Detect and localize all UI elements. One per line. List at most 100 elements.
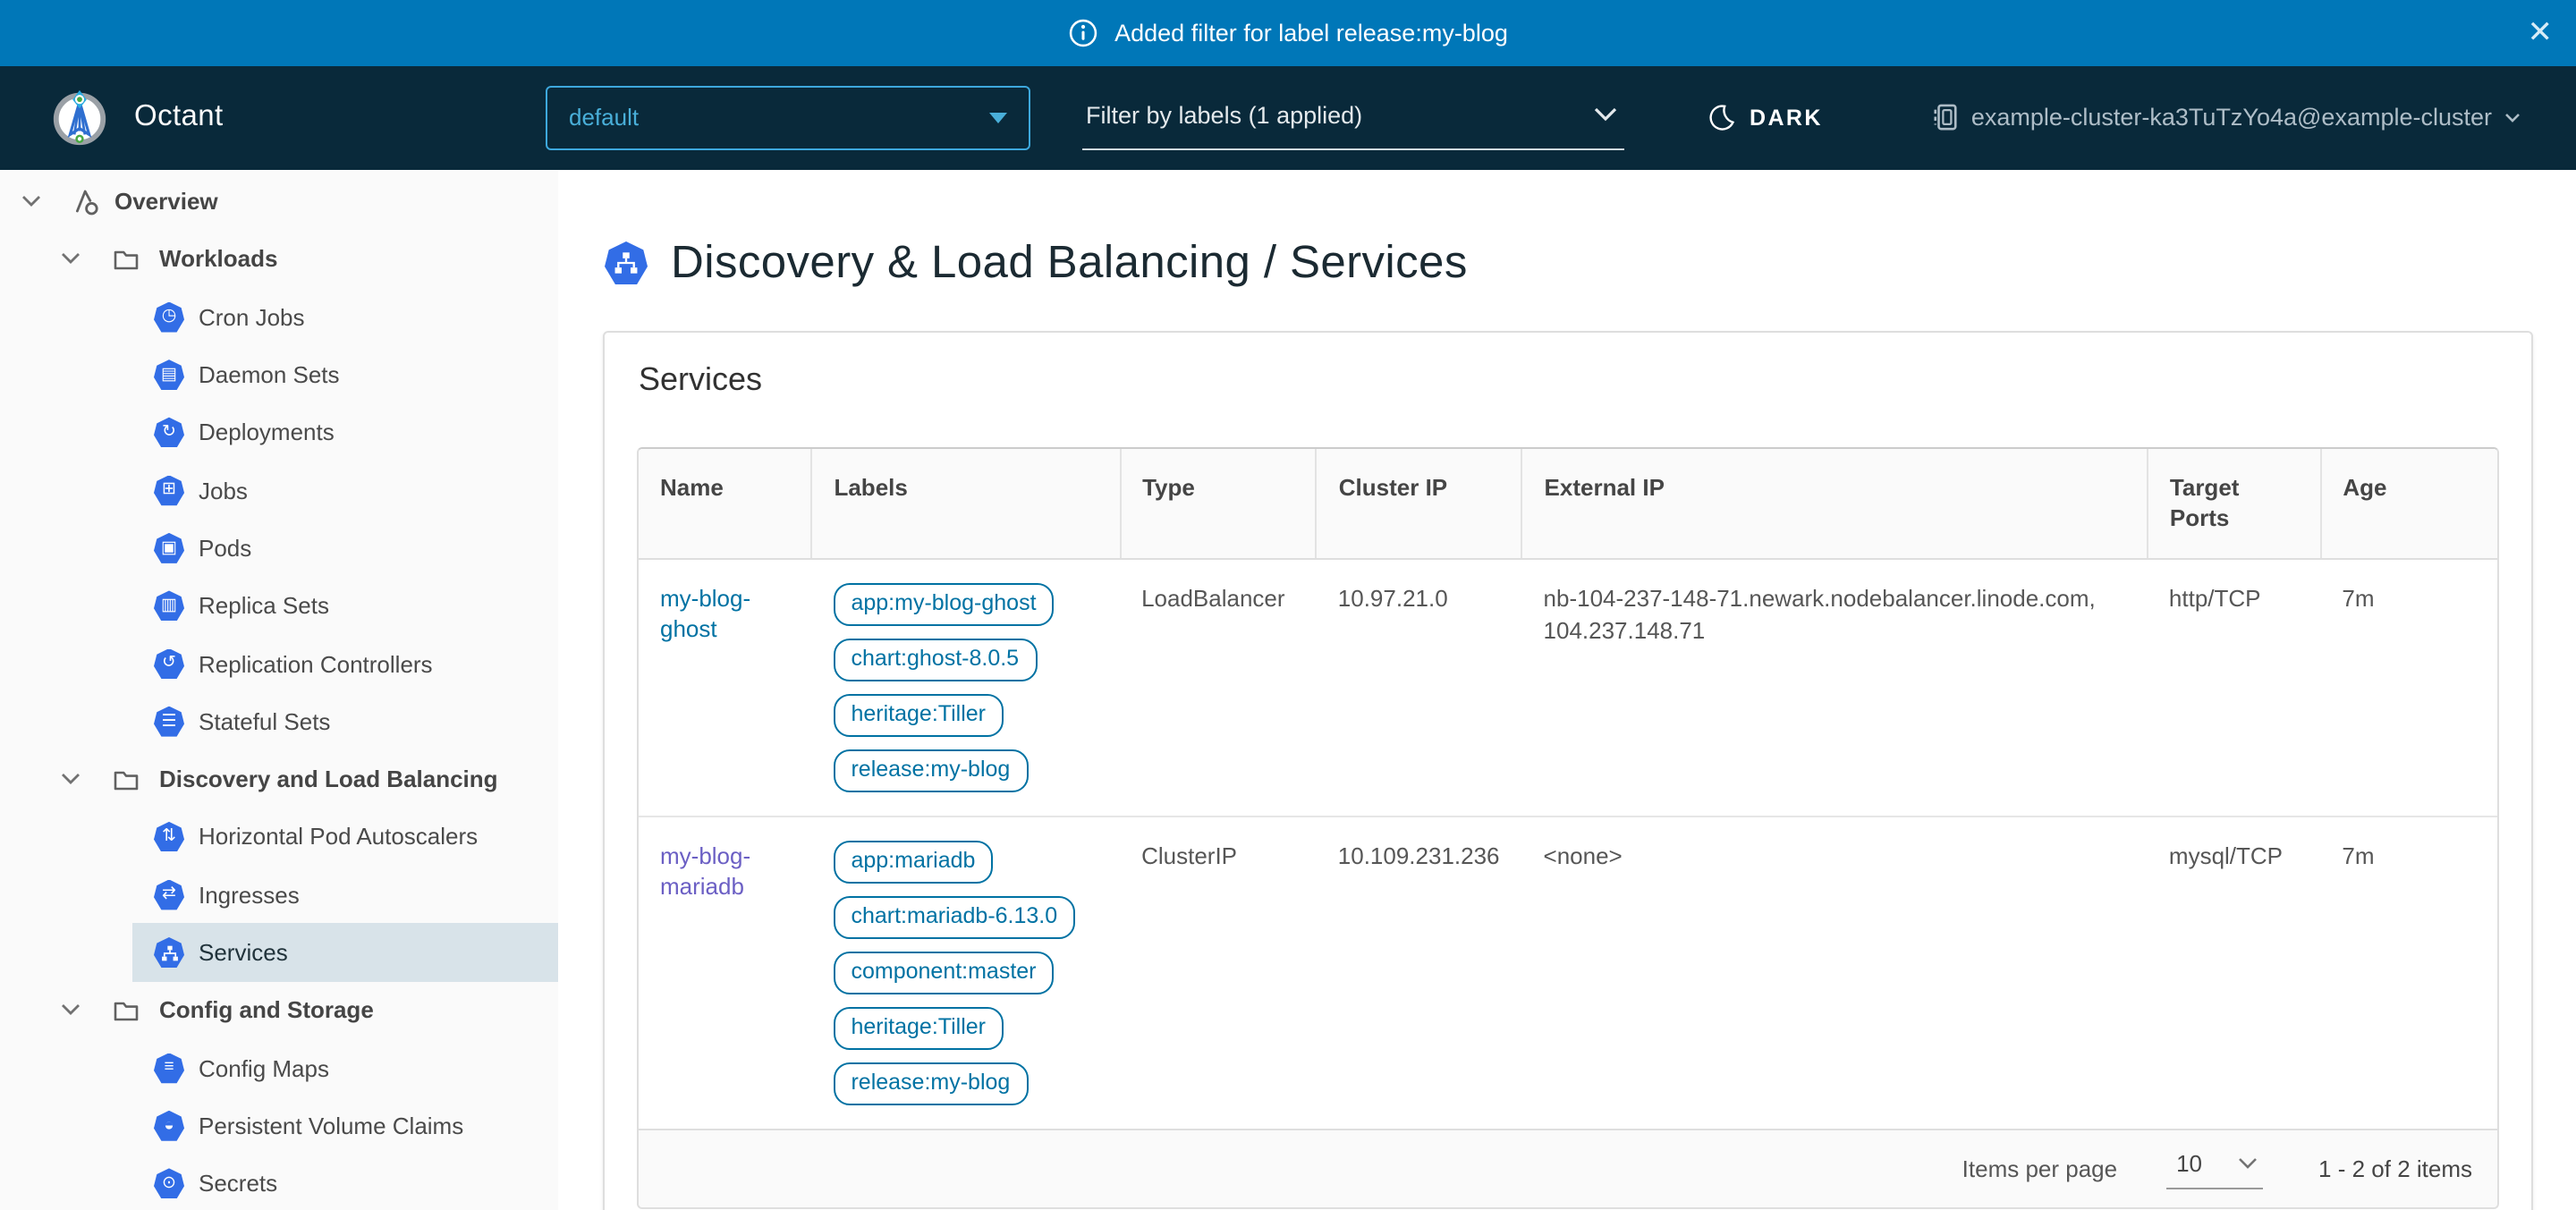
cell-external-ip: <none> bbox=[1522, 816, 2148, 1128]
sidebar-item-stateful-sets[interactable]: ☰ Stateful Sets bbox=[132, 692, 558, 750]
statefulset-icon: ☰ bbox=[154, 707, 184, 737]
column-header-name: Name bbox=[639, 448, 811, 558]
chevron-down-icon bbox=[1594, 107, 1617, 122]
main-content: Discovery & Load Balancing / Services Se… bbox=[558, 169, 2576, 1210]
cell-cluster-ip: 10.109.231.236 bbox=[1317, 816, 1522, 1128]
label-pill[interactable]: release:my-blog bbox=[833, 1062, 1028, 1104]
label-pill[interactable]: app:mariadb bbox=[833, 840, 993, 883]
label-pill[interactable]: chart:mariadb-6.13.0 bbox=[833, 895, 1075, 938]
cluster-icon bbox=[1932, 102, 1959, 132]
sidebar-navigation: Overview Workloads ◷ Cron Jobs ▤ Daemon … bbox=[0, 169, 558, 1210]
job-icon: ⊞ bbox=[154, 475, 184, 505]
context-name: example-cluster-ka3TuTzYo4a@example-clus… bbox=[1971, 104, 2492, 131]
sidebar-item-pods[interactable]: ▣ Pods bbox=[132, 520, 558, 578]
replicaset-icon: ▥ bbox=[154, 590, 184, 621]
cell-type: LoadBalancer bbox=[1120, 558, 1317, 816]
namespace-select[interactable]: default bbox=[546, 85, 1030, 149]
sidebar-item-label: Services bbox=[199, 939, 288, 966]
sidebar-item-label: Replica Sets bbox=[199, 592, 329, 619]
cell-age: 7m bbox=[2320, 558, 2497, 816]
context-switcher[interactable]: example-cluster-ka3TuTzYo4a@example-clus… bbox=[1932, 102, 2521, 132]
sidebar-item-config-maps[interactable]: ≡ Config Maps bbox=[132, 1039, 558, 1097]
label-filter-dropdown[interactable]: Filter by labels (1 applied) bbox=[1082, 84, 1624, 150]
service-link[interactable]: my-blog-mariadb bbox=[660, 840, 790, 902]
sidebar-item-label: Daemon Sets bbox=[199, 361, 340, 388]
column-header-cluster-ip: Cluster IP bbox=[1317, 448, 1522, 558]
info-icon bbox=[1068, 18, 1098, 48]
close-icon[interactable]: ✕ bbox=[2528, 18, 2554, 48]
chevron-down-icon[interactable] bbox=[61, 1004, 80, 1017]
sidebar-item-secrets[interactable]: ⊙ Secrets bbox=[132, 1155, 558, 1210]
sidebar-item-label: Secrets bbox=[199, 1170, 277, 1197]
sidebar-item-label: Jobs bbox=[199, 477, 248, 503]
sidebar-item-ingresses[interactable]: ⇄ Ingresses bbox=[132, 866, 558, 924]
label-pill[interactable]: component:master bbox=[833, 951, 1054, 994]
label-list: app:mariadb chart:mariadb-6.13.0 compone… bbox=[833, 840, 1098, 1104]
sidebar-group-config-and-storage[interactable]: Config and Storage bbox=[0, 981, 558, 1039]
sidebar-item-cron-jobs[interactable]: ◷ Cron Jobs bbox=[132, 288, 558, 346]
namespace-value: default bbox=[569, 104, 639, 131]
label-pill[interactable]: app:my-blog-ghost bbox=[833, 582, 1054, 625]
chevron-down-icon[interactable] bbox=[61, 773, 80, 785]
pvc-icon: ◒ bbox=[154, 1111, 184, 1141]
sidebar-item-services[interactable]: Services bbox=[132, 924, 558, 982]
sidebar-item-label: Horizontal Pod Autoscalers bbox=[199, 824, 478, 850]
hpa-icon: ⇅ bbox=[154, 822, 184, 852]
cell-target-ports: http/TCP bbox=[2148, 558, 2320, 816]
table-header-row: Name Labels Type Cluster IP External IP … bbox=[639, 448, 2497, 558]
sidebar-group-discovery-and-load-balancing[interactable]: Discovery and Load Balancing bbox=[0, 750, 558, 808]
chevron-down-icon bbox=[2238, 1157, 2258, 1170]
sidebar-item-horizontal-pod-autoscalers[interactable]: ⇅ Horizontal Pod Autoscalers bbox=[132, 808, 558, 867]
page-size-select[interactable]: 10 bbox=[2165, 1147, 2263, 1189]
column-header-labels: Labels bbox=[811, 448, 1120, 558]
applications-icon bbox=[70, 186, 100, 216]
cronjob-icon: ◷ bbox=[154, 301, 184, 332]
chevron-down-icon[interactable] bbox=[61, 253, 80, 266]
cell-target-ports: mysql/TCP bbox=[2148, 816, 2320, 1128]
pod-icon: ▣ bbox=[154, 533, 184, 563]
label-pill[interactable]: heritage:Tiller bbox=[833, 693, 1004, 736]
theme-toggle-button[interactable]: DARK bbox=[1707, 102, 1823, 132]
sidebar-item-replica-sets[interactable]: ▥ Replica Sets bbox=[132, 577, 558, 635]
page-size-value: 10 bbox=[2176, 1150, 2202, 1177]
octant-app-window: Added filter for label release:my-blog ✕… bbox=[0, 0, 2576, 1210]
services-icon bbox=[605, 241, 648, 284]
sidebar-item-label: Config and Storage bbox=[159, 997, 374, 1024]
cell-cluster-ip: 10.97.21.0 bbox=[1317, 558, 1522, 816]
octant-logo-icon bbox=[48, 86, 111, 148]
sidebar-item-deployments[interactable]: ↻ Deployments bbox=[132, 403, 558, 461]
folder-icon bbox=[113, 998, 140, 1023]
sidebar-item-label: Overview bbox=[114, 188, 218, 215]
theme-toggle-label: DARK bbox=[1750, 105, 1823, 130]
brand: Octant bbox=[48, 86, 546, 148]
cell-age: 7m bbox=[2320, 816, 2497, 1128]
sidebar-item-replication-controllers[interactable]: ↺ Replication Controllers bbox=[132, 635, 558, 693]
sidebar-group-workloads[interactable]: Workloads bbox=[0, 231, 558, 289]
caret-down-icon bbox=[989, 112, 1007, 123]
service-link[interactable]: my-blog-ghost bbox=[660, 582, 790, 645]
services-card: Services Name Labels Type Cluster IP Ext… bbox=[603, 330, 2533, 1210]
column-header-target-ports: Target Ports bbox=[2148, 448, 2320, 558]
sidebar-item-overview[interactable]: Overview bbox=[0, 173, 558, 231]
chevron-down-icon[interactable] bbox=[21, 195, 41, 207]
sidebar-item-label: Ingresses bbox=[199, 881, 300, 908]
chevron-down-icon bbox=[2504, 112, 2521, 123]
ingress-icon: ⇄ bbox=[154, 879, 184, 910]
deployment-icon: ↻ bbox=[154, 418, 184, 448]
sidebar-item-label: Cron Jobs bbox=[199, 303, 305, 330]
sidebar-item-label: Config Maps bbox=[199, 1054, 329, 1081]
sidebar-item-label: Discovery and Load Balancing bbox=[159, 766, 498, 792]
sidebar-item-daemon-sets[interactable]: ▤ Daemon Sets bbox=[132, 346, 558, 404]
label-pill[interactable]: release:my-blog bbox=[833, 749, 1028, 791]
folder-icon bbox=[113, 766, 140, 791]
app-title: Octant bbox=[134, 100, 224, 134]
pagination-range: 1 - 2 of 2 items bbox=[2318, 1155, 2472, 1181]
sidebar-item-jobs[interactable]: ⊞ Jobs bbox=[132, 461, 558, 520]
folder-icon bbox=[113, 247, 140, 272]
label-pill[interactable]: heritage:Tiller bbox=[833, 1006, 1004, 1049]
label-pill[interactable]: chart:ghost-8.0.5 bbox=[833, 638, 1037, 681]
table-footer: Items per page 10 1 - 2 of 2 items bbox=[639, 1128, 2497, 1206]
secret-icon: ⊙ bbox=[154, 1168, 184, 1198]
sidebar-item-persistent-volume-claims[interactable]: ◒ Persistent Volume Claims bbox=[132, 1097, 558, 1155]
table-row: my-blog-ghost app:my-blog-ghost chart:gh… bbox=[639, 558, 2497, 816]
